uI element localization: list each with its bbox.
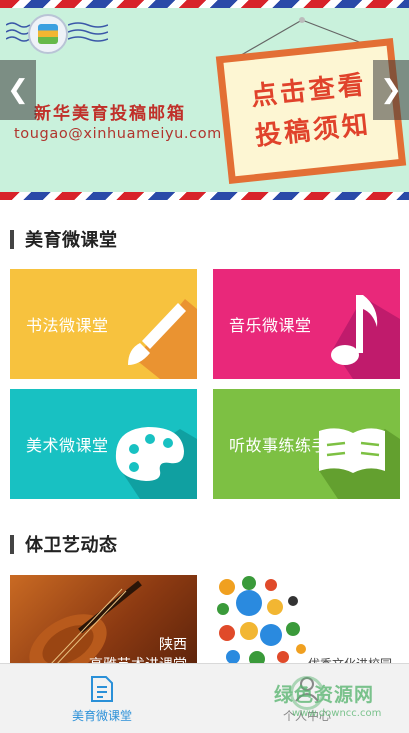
section-header-micro-class: 美育微课堂 [10,227,118,251]
news-card-2[interactable]: 优秀文化进校园 [213,575,400,675]
banner-title: 新华美育投稿邮箱 [34,104,186,124]
watermark-title: 绿色资源网 [274,684,375,706]
tile-label: 美术微课堂 [26,436,109,455]
tile-label: 书法微课堂 [26,316,109,335]
carousel-prev-button[interactable]: ❮ [0,60,36,120]
tile-label: 听故事练练手 [229,436,329,455]
app-screen: 新华美育投稿邮箱 tougao@xinhuameiyu.com 点击查看 投稿须… [0,0,409,733]
chevron-right-icon: ❯ [380,75,402,105]
postmark-waves-left-icon [6,22,30,42]
tile-label: 音乐微课堂 [229,316,312,335]
document-icon [91,675,113,702]
section-title: 体卫艺动态 [25,535,118,556]
nav-tab-home-label: 美育微课堂 [71,708,132,723]
watermark-url: www.downcc.com [292,708,382,719]
news-caption-line-1: 陕西 [159,637,187,653]
section-bar [10,229,14,249]
postmark-logo-icon [28,14,68,54]
airmail-stripe-bottom [0,192,409,200]
section-title: 美育微课堂 [25,230,118,251]
section-header-news: 体卫艺动态 [10,532,118,556]
airmail-stripe-top [0,0,409,8]
nav-tab-home[interactable]: 美育微课堂 [0,664,204,733]
tile-art[interactable]: 美术微课堂 [10,389,197,499]
banner-carousel[interactable]: 新华美育投稿邮箱 tougao@xinhuameiyu.com 点击查看 投稿须… [0,0,409,200]
culture-bubbles-image-icon [217,576,306,667]
news-card-1[interactable]: 陕西 高雅艺术进课堂 [10,575,197,675]
postmark-waves-icon [68,22,108,42]
tile-music[interactable]: 音乐微课堂 [213,269,400,379]
section-bar [10,534,14,554]
watermark: 绿色资源网 www.downcc.com [262,676,402,724]
banner-email: tougao@xinhuameiyu.com [14,126,222,142]
chevron-left-icon: ❮ [7,75,29,105]
carousel-next-button[interactable]: ❯ [373,60,409,120]
tile-calligraphy[interactable]: 书法微课堂 [10,269,197,379]
tile-story[interactable]: 听故事练练手 [213,389,400,499]
